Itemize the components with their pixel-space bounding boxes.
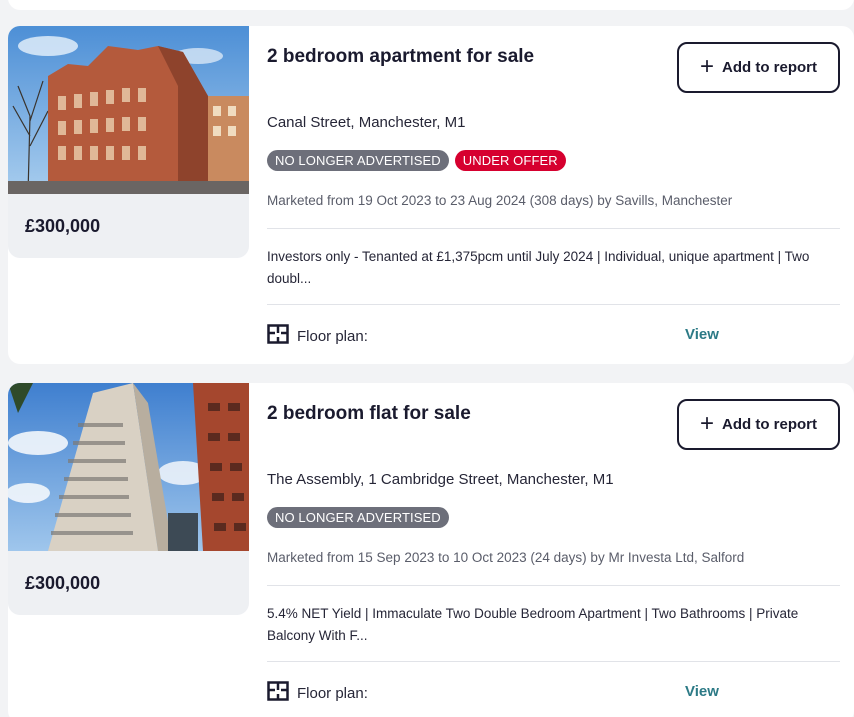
add-to-report-button[interactable]: + Add to report — [677, 42, 840, 93]
floor-plan-icon — [267, 681, 289, 706]
floor-plan-view-link[interactable]: View — [685, 683, 719, 700]
add-to-report-label: Add to report — [722, 416, 817, 433]
listing-description: 5.4% NET Yield | Immaculate Two Double B… — [267, 606, 799, 643]
price-panel: £300,000 — [8, 551, 249, 615]
listing-card[interactable]: £300,000 2 bedroom flat for sale + Add t… — [8, 383, 854, 717]
status-badge-no-longer-advertised: NO LONGER ADVERTISED — [267, 507, 449, 528]
marketed-info: Marketed from 15 Sep 2023 to 10 Oct 2023… — [267, 550, 745, 565]
add-to-report-label: Add to report — [722, 59, 817, 76]
listing-details: 2 bedroom apartment for sale + Add to re… — [267, 26, 854, 364]
status-badges: NO LONGER ADVERTISED — [267, 507, 449, 528]
property-photo[interactable] — [8, 383, 249, 551]
marketed-info: Marketed from 19 Oct 2023 to 23 Aug 2024… — [267, 193, 733, 208]
listing-price: £300,000 — [25, 573, 101, 593]
listing-price: £300,000 — [25, 216, 101, 236]
floor-plan-label: Floor plan: — [297, 328, 368, 345]
divider — [267, 661, 840, 662]
status-badge-under-offer: UNDER OFFER — [454, 150, 566, 171]
floor-plan-icon — [267, 324, 289, 349]
floor-plan-row: Floor plan: — [267, 681, 368, 706]
floor-plan-label: Floor plan: — [297, 685, 368, 702]
divider — [267, 228, 840, 229]
listing-title[interactable]: 2 bedroom apartment for sale — [267, 46, 534, 68]
divider — [267, 585, 840, 586]
previous-listing-card — [8, 0, 854, 10]
status-badge-no-longer-advertised: NO LONGER ADVERTISED — [267, 150, 449, 171]
property-photo[interactable] — [8, 26, 249, 194]
floor-plan-view-link[interactable]: View — [685, 326, 719, 343]
status-badges: NO LONGER ADVERTISED UNDER OFFER — [267, 150, 566, 171]
floor-plan-row: Floor plan: — [267, 324, 368, 349]
listing-details: 2 bedroom flat for sale + Add to report … — [267, 383, 854, 717]
divider — [267, 304, 840, 305]
listing-address: The Assembly, 1 Cambridge Street, Manche… — [267, 471, 614, 488]
listing-card[interactable]: £300,000 2 bedroom apartment for sale + … — [8, 26, 854, 364]
plus-icon: + — [699, 409, 714, 437]
listing-title[interactable]: 2 bedroom flat for sale — [267, 403, 471, 425]
listing-description: Investors only - Tenanted at £1,375pcm u… — [267, 249, 810, 286]
plus-icon: + — [699, 52, 714, 80]
add-to-report-button[interactable]: + Add to report — [677, 399, 840, 450]
price-panel: £300,000 — [8, 194, 249, 258]
listing-address: Canal Street, Manchester, M1 — [267, 114, 466, 131]
